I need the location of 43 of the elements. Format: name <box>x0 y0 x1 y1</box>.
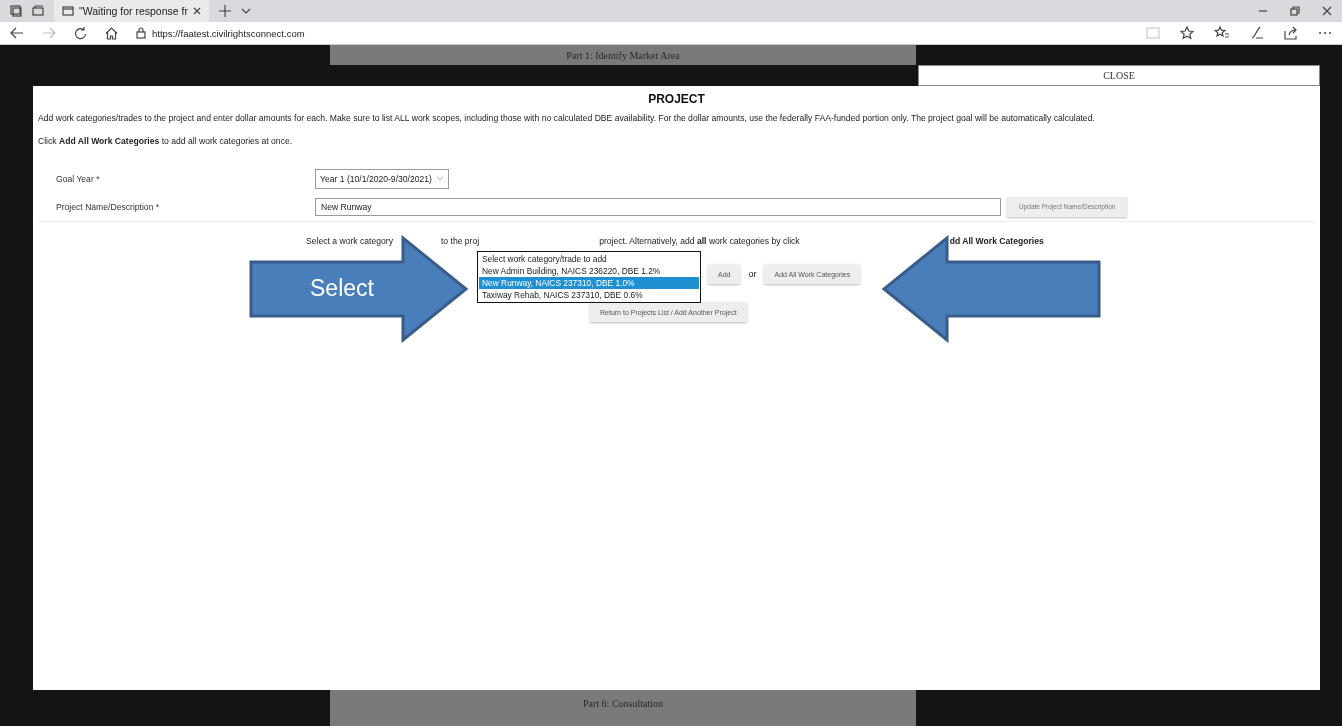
close-icon[interactable] <box>1322 6 1332 16</box>
year-dropdown[interactable]: Year 1 (10/1/2020-9/30/2021) <box>315 168 449 189</box>
refresh-icon[interactable] <box>74 26 87 40</box>
instruction-text: dd All Work Categories <box>949 236 1044 248</box>
share-icon[interactable] <box>1284 26 1298 40</box>
restore-icon[interactable] <box>1290 6 1300 16</box>
page-icon <box>62 6 74 16</box>
instruction-text: to the proj <box>440 236 480 248</box>
dropdown-list[interactable]: Select work category/trade to add New Admin Building, NAICS 236220, DBE 1.2% New Runway, NAICS 237310, DBE 1.0% Taxiway Rehab, NAICS 237310, DBE 0.6% <box>477 251 701 303</box>
close-button[interactable]: CLOSE <box>918 65 1320 86</box>
dropdown-option[interactable]: New Runway, NAICS 237310, DBE 1.0% <box>479 277 699 289</box>
instruction-text: project. Alternatively, add all work categories by click <box>599 236 800 248</box>
dialog-title: PROJECT <box>647 92 706 108</box>
intro-text: Add work categories/trades to the project and enter dollar amounts for each. Make sure to list ALL work scopes, including those with no calculated DBE availability. For the dollar amounts, use the federally FAA-funded portion only. The project goal will be automatically calculated. <box>38 112 1096 124</box>
section-heading: Part 6: Consultation <box>583 698 663 711</box>
browser-tab[interactable]: "Waiting for response fr <box>54 0 209 22</box>
address-bar[interactable]: https://faatest.civilrightsconnect.com <box>136 27 1128 39</box>
chevron-down-icon <box>435 176 444 181</box>
home-icon[interactable] <box>105 26 118 40</box>
input-field[interactable]: New Runway <box>315 197 1001 216</box>
chevron-down-icon[interactable] <box>240 8 251 14</box>
field-label: Goal Year * <box>55 173 101 184</box>
section-heading: Part 1: Identify Market Area <box>566 50 680 63</box>
tab-title: "Waiting for response fr <box>79 5 188 17</box>
dropdown-option[interactable]: Select work category/trade to add <box>479 253 699 265</box>
field-label: Project Name/Description * <box>55 201 161 212</box>
dropdown-option[interactable]: Taxiway Rehab, NAICS 237310, DBE 0.6% <box>479 289 699 301</box>
lock-icon <box>136 27 146 39</box>
favorites-icon[interactable] <box>1214 26 1230 40</box>
star-icon[interactable] <box>1180 26 1194 40</box>
hint-text: Click Add All Work Categories to add all work categories at once. <box>38 135 294 147</box>
url-text: https://faatest.civilrightsconnect.com <box>152 27 305 39</box>
back-icon[interactable] <box>10 27 24 39</box>
more-icon[interactable] <box>1318 31 1332 35</box>
pen-icon[interactable] <box>1250 26 1264 40</box>
plus-icon[interactable] <box>218 5 231 17</box>
arrow-label: Select <box>310 275 374 302</box>
close-icon[interactable] <box>192 7 201 15</box>
tab-preview-icon[interactable] <box>32 5 44 17</box>
instruction-text: Select a work category <box>306 236 393 248</box>
tab-set-icon[interactable] <box>10 5 22 17</box>
or-text: or <box>748 269 757 279</box>
dropdown-option[interactable]: New Admin Building, NAICS 236220, DBE 1.2% <box>479 265 699 277</box>
